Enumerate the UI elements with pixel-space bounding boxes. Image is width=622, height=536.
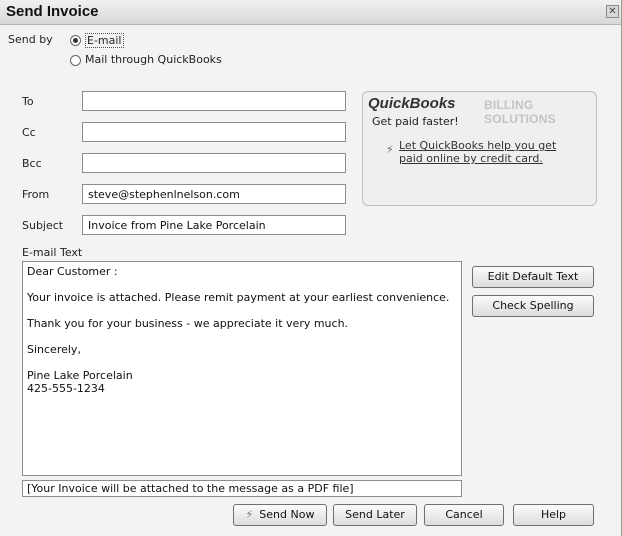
radio-mail-quickbooks-label[interactable]: Mail through QuickBooks bbox=[85, 53, 222, 66]
link-arrow-icon: ⚡ bbox=[386, 143, 394, 156]
cc-field[interactable] bbox=[82, 122, 346, 142]
title-bar: Send Invoice ✕ bbox=[0, 0, 621, 25]
from-field[interactable]: steve@stephenlnelson.com bbox=[82, 184, 346, 204]
email-text-line: Your invoice is attached. Please remit p… bbox=[27, 291, 450, 304]
to-label: To bbox=[22, 95, 34, 108]
radio-mail-quickbooks[interactable] bbox=[70, 55, 81, 66]
close-icon[interactable]: ✕ bbox=[606, 5, 619, 18]
send-icon: ⚡ bbox=[245, 508, 254, 521]
radio-email-label[interactable]: E-mail bbox=[85, 33, 124, 48]
bcc-field[interactable] bbox=[82, 153, 346, 173]
email-text-line: Sincerely, bbox=[27, 343, 81, 356]
email-text-label: E-mail Text bbox=[22, 246, 83, 259]
promo-text: Get paid faster! bbox=[372, 115, 459, 128]
radio-selected-dot bbox=[73, 38, 78, 43]
send-now-label: Send Now bbox=[259, 508, 315, 521]
billing-solutions-panel: QuickBooks BILLING SOLUTIONS Get paid fa… bbox=[362, 91, 597, 206]
email-text-line: 425-555-1234 bbox=[27, 382, 105, 395]
billing-solutions-title: BILLING SOLUTIONS bbox=[484, 98, 556, 126]
cc-label: Cc bbox=[22, 126, 36, 139]
email-text-line: Dear Customer : bbox=[27, 265, 118, 278]
to-field[interactable] bbox=[82, 91, 346, 111]
send-now-button[interactable]: ⚡ Send Now bbox=[233, 504, 327, 526]
quickbooks-logo: QuickBooks bbox=[368, 95, 456, 112]
from-label: From bbox=[22, 188, 50, 201]
window-title: Send Invoice bbox=[6, 3, 99, 20]
send-by-label: Send by bbox=[8, 33, 53, 46]
help-button[interactable]: Help bbox=[513, 504, 594, 526]
check-spelling-button[interactable]: Check Spelling bbox=[472, 295, 594, 317]
send-later-button[interactable]: Send Later bbox=[333, 504, 417, 526]
edit-default-text-button[interactable]: Edit Default Text bbox=[472, 266, 594, 288]
bcc-label: Bcc bbox=[22, 157, 42, 170]
send-invoice-window: Send Invoice ✕ Send by E-mail Mail throu… bbox=[0, 0, 622, 536]
radio-email[interactable] bbox=[70, 35, 81, 46]
subject-field[interactable]: Invoice from Pine Lake Porcelain bbox=[82, 215, 346, 235]
email-text-area[interactable]: Dear Customer : Your invoice is attached… bbox=[22, 261, 462, 476]
attachment-note: [Your Invoice will be attached to the me… bbox=[22, 480, 462, 497]
cancel-button[interactable]: Cancel bbox=[424, 504, 504, 526]
online-payment-link[interactable]: Let QuickBooks help you get paid online … bbox=[399, 139, 569, 165]
subject-label: Subject bbox=[22, 219, 64, 232]
email-text-line: Pine Lake Porcelain bbox=[27, 369, 133, 382]
email-text-line: Thank you for your business - we appreci… bbox=[27, 317, 349, 330]
